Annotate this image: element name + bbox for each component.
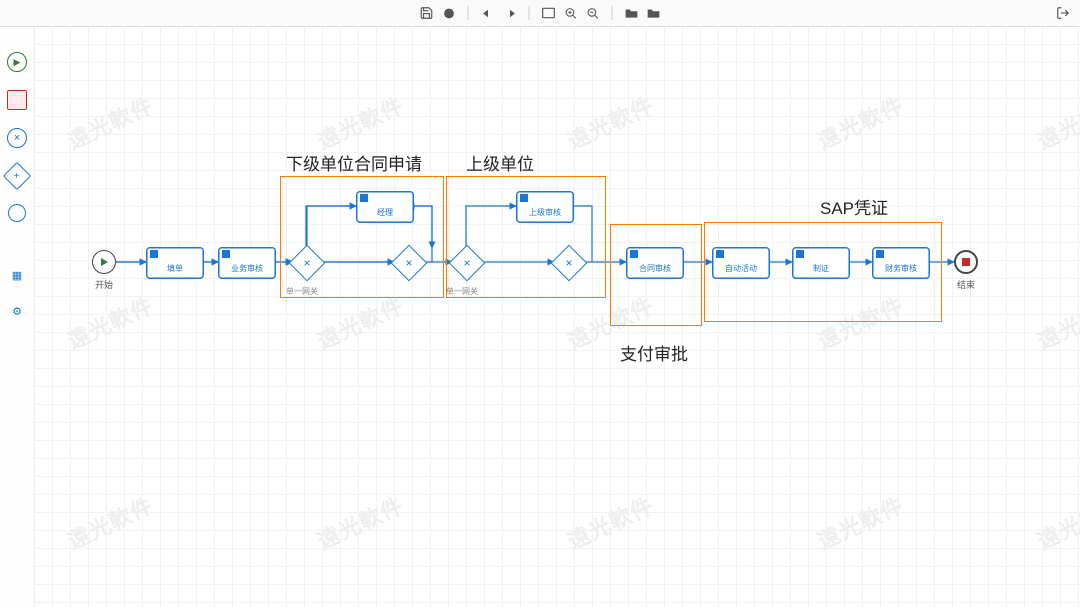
toolbar-separator [468, 6, 469, 20]
start-event[interactable] [92, 250, 116, 274]
toolbar-separator [529, 6, 530, 20]
zoom-out-icon[interactable] [584, 4, 602, 22]
user-task-icon [222, 250, 230, 258]
palette-gateway-icon[interactable]: + [3, 162, 31, 190]
palette-task-icon[interactable]: ▦ [8, 266, 26, 284]
redo-icon[interactable] [501, 4, 519, 22]
folder-new-icon[interactable] [645, 4, 663, 22]
callout-label: 上级单位 [466, 150, 534, 175]
task-label: 填单 [147, 263, 203, 274]
palette-end-event-icon[interactable] [7, 90, 27, 110]
diagram-layer: 开始 填单 业务审核 × 单一网关 经理 × × 单一网关 上级审核 × [34, 26, 1080, 607]
top-toolbar [0, 0, 1080, 27]
toolbar-center [418, 4, 663, 22]
validate-icon[interactable] [440, 4, 458, 22]
end-event[interactable] [954, 250, 978, 274]
callout-box-lower-unit [280, 176, 444, 298]
toolbar-separator [612, 6, 613, 20]
callout-box-pay-approve [610, 224, 702, 326]
callout-label: 下级单位合同申请 [286, 150, 422, 175]
folder-add-icon[interactable] [623, 4, 641, 22]
task-label: 业务审核 [219, 263, 275, 274]
zoom-in-icon[interactable] [562, 4, 580, 22]
task-fill-form[interactable]: 填单 [146, 247, 204, 279]
fit-icon[interactable] [540, 4, 558, 22]
undo-icon[interactable] [479, 4, 497, 22]
save-icon[interactable] [418, 4, 436, 22]
user-task-icon [150, 250, 158, 258]
exit-icon[interactable] [1054, 4, 1072, 22]
palette-settings-icon[interactable]: ⚙ [8, 302, 26, 320]
callout-label: SAP凭证 [820, 194, 888, 219]
start-event-label: 开始 [84, 278, 124, 291]
task-biz-review[interactable]: 业务审核 [218, 247, 276, 279]
end-event-label: 结束 [946, 278, 986, 291]
side-palette: ▶ × + ▦ ⚙ [0, 26, 35, 607]
callout-box-upper-unit [446, 176, 606, 298]
canvas-viewport[interactable]: 遠光軟件 遠光軟件 遠光軟件 遠光軟件 遠光軟件 遠光軟件 遠光軟件 遠光軟件 … [34, 26, 1080, 607]
callout-box-sap-cert [704, 222, 942, 322]
palette-cancel-icon[interactable]: × [7, 128, 27, 148]
palette-start-event-icon[interactable]: ▶ [7, 52, 27, 72]
palette-intermediate-icon[interactable] [8, 204, 26, 222]
callout-label: 支付审批 [620, 340, 688, 365]
